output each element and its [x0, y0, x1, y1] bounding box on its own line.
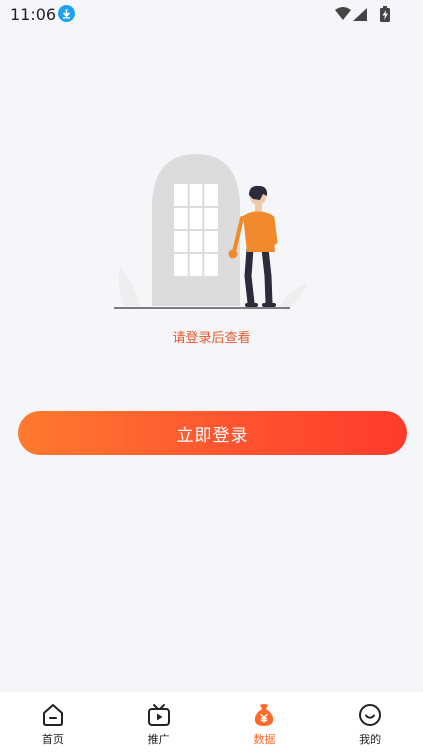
- tab-mine[interactable]: 我的: [317, 692, 423, 752]
- login-required-illustration: [114, 154, 308, 309]
- money-bag-icon: [255, 704, 274, 726]
- tab-home[interactable]: 首页: [0, 692, 106, 752]
- tab-promotion[interactable]: 推广: [106, 692, 212, 752]
- tab-promotion-label: 推广: [147, 733, 170, 746]
- login-button[interactable]: 立即登录: [18, 411, 407, 455]
- tab-mine-label: 我的: [359, 733, 382, 746]
- status-bar: 11:06: [0, 0, 423, 30]
- login-hint-text: 请登录后查看: [172, 331, 251, 346]
- tab-data[interactable]: 数据: [212, 692, 318, 752]
- signal-icon: [353, 8, 367, 21]
- wifi-icon: [335, 7, 351, 20]
- smile-face-icon: [359, 704, 382, 726]
- home-icon: [42, 704, 63, 726]
- bottom-tab-bar: 首页 推广 数据 我的: [0, 692, 423, 752]
- system-icons: [335, 6, 390, 22]
- tab-data-label: 数据: [253, 733, 276, 746]
- status-time: 11:06: [10, 5, 57, 24]
- battery-charging-icon: [380, 6, 390, 22]
- download-icon: [58, 5, 75, 22]
- tab-home-label: 首页: [41, 733, 64, 746]
- tv-icon: [147, 704, 170, 726]
